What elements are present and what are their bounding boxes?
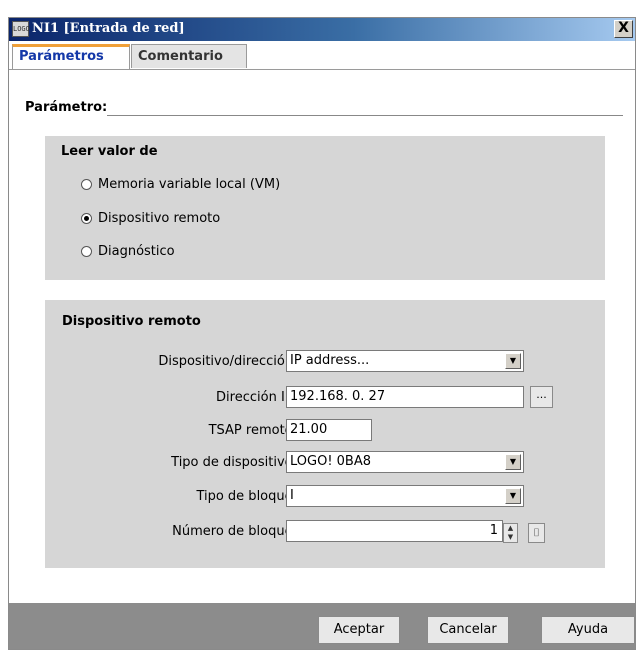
tab-comentario[interactable]: Comentario [131, 44, 247, 68]
remote-device-title: Dispositivo remoto [62, 314, 201, 329]
tsap-label: TSAP remoto: [208, 423, 297, 438]
logo-app-icon: LOGO [12, 21, 30, 37]
tsap-input[interactable]: 21.00 [286, 419, 372, 441]
browse-button[interactable]: ... [530, 386, 553, 408]
block-number-label: Número de bloque: [172, 524, 297, 539]
spin-up-icon[interactable]: ▲ [504, 524, 517, 533]
tab-bar: Parámetros Comentario [9, 43, 635, 70]
cancel-button[interactable]: Cancelar [427, 616, 509, 644]
device-type-label: Tipo de dispositivo: [171, 455, 297, 470]
chevron-down-icon[interactable]: ▼ [505, 454, 521, 470]
window-title: NI1 [Entrada de red] [32, 21, 185, 36]
title-bar[interactable]: LOGO NI1 [Entrada de red] X [9, 18, 635, 41]
read-value-title: Leer valor de [61, 144, 158, 159]
device-address-label: Dispositivo/direcció... [158, 354, 297, 369]
section-label: Parámetro: [25, 100, 112, 115]
pin-icon[interactable]: ⌷ [528, 523, 545, 543]
block-number-input[interactable]: 1 [286, 520, 503, 542]
spin-down-icon[interactable]: ▼ [504, 533, 517, 542]
radio-label-remote: Dispositivo remoto [98, 210, 221, 226]
ok-button[interactable]: Aceptar [318, 616, 400, 644]
block-type-label: Tipo de bloque: [196, 489, 297, 504]
radio-unchecked-icon[interactable] [81, 245, 92, 257]
block-type-value: I [290, 488, 294, 503]
block-number-spinner[interactable]: ▲ ▼ [503, 523, 518, 543]
device-type-value: LOGO! 0BA8 [290, 454, 372, 469]
radio-option-diagnostic[interactable]: Diagnóstico [81, 242, 175, 260]
radio-checked-icon[interactable] [81, 212, 92, 224]
radio-unchecked-icon[interactable] [81, 178, 92, 190]
tab-parametros[interactable]: Parámetros [12, 44, 130, 69]
close-button[interactable]: X [614, 20, 633, 38]
ip-address-input[interactable]: 192.168. 0. 27 [286, 386, 524, 408]
radio-label-diagnostic: Diagnóstico [98, 243, 175, 259]
device-address-dropdown[interactable]: IP address... ▼ [286, 350, 524, 372]
help-button[interactable]: Ayuda [541, 616, 635, 644]
block-type-dropdown[interactable]: I ▼ [286, 485, 524, 507]
dialog-window: LOGO NI1 [Entrada de red] X Parámetros C… [8, 17, 636, 650]
radio-option-remote[interactable]: Dispositivo remoto [81, 209, 220, 227]
device-type-dropdown[interactable]: LOGO! 0BA8 ▼ [286, 451, 524, 473]
ip-address-label: Dirección IP: [216, 390, 297, 405]
radio-option-vm[interactable]: Memoria variable local (VM) [81, 175, 280, 193]
radio-label-vm: Memoria variable local (VM) [98, 176, 281, 192]
device-address-value: IP address... [290, 353, 370, 368]
chevron-down-icon[interactable]: ▼ [505, 488, 521, 504]
chevron-down-icon[interactable]: ▼ [505, 353, 521, 369]
read-value-panel: Leer valor de Memoria variable local (VM… [45, 136, 605, 280]
section-divider [107, 115, 623, 116]
